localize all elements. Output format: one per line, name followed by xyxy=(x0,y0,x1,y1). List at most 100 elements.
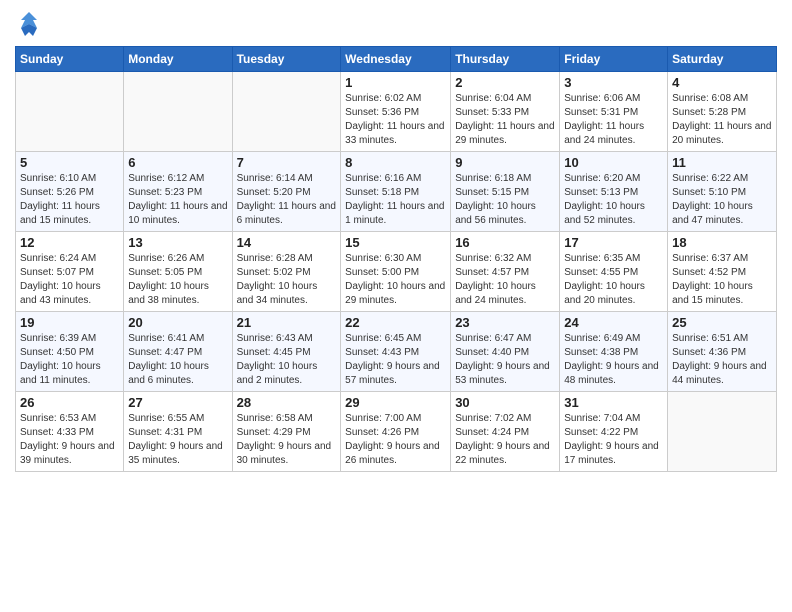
calendar-cell: 5 Sunrise: 6:10 AM Sunset: 5:26 PM Daylig… xyxy=(16,152,124,232)
day-number: 22 xyxy=(345,315,446,330)
day-info: Sunrise: 6:28 AM Sunset: 5:02 PM Dayligh… xyxy=(237,252,337,308)
logo xyxy=(15,10,47,38)
day-info: Sunrise: 6:45 AM Sunset: 4:43 PM Dayligh… xyxy=(345,332,446,388)
day-info: Sunrise: 6:49 AM Sunset: 4:38 PM Dayligh… xyxy=(564,332,663,388)
calendar-table: SundayMondayTuesdayWednesdayThursdayFrid… xyxy=(15,46,777,472)
calendar-cell: 19 Sunrise: 6:39 AM Sunset: 4:50 PM Dayli… xyxy=(16,312,124,392)
calendar-cell: 4 Sunrise: 6:08 AM Sunset: 5:28 PM Daylig… xyxy=(668,72,777,152)
weekday-header-tuesday: Tuesday xyxy=(232,47,341,72)
day-number: 5 xyxy=(20,155,119,170)
calendar-cell xyxy=(16,72,124,152)
day-info: Sunrise: 6:32 AM Sunset: 4:57 PM Dayligh… xyxy=(455,252,555,308)
calendar-cell: 20 Sunrise: 6:41 AM Sunset: 4:47 PM Dayli… xyxy=(124,312,232,392)
week-row-5: 26Sunrise: 6:53 AM Sunset: 4:33 PM Dayli… xyxy=(16,392,777,472)
day-number: 13 xyxy=(128,235,227,250)
day-number: 18 xyxy=(672,235,772,250)
day-info: Sunrise: 7:00 AM Sunset: 4:26 PM Dayligh… xyxy=(345,412,446,468)
day-info: Sunrise: 6:06 AM Sunset: 5:31 PM Dayligh… xyxy=(564,92,663,148)
day-number: 30 xyxy=(455,395,555,410)
day-number: 27 xyxy=(128,395,227,410)
calendar-cell: 24 Sunrise: 6:49 AM Sunset: 4:38 PM Dayli… xyxy=(560,312,668,392)
day-number: 29 xyxy=(345,395,446,410)
day-number: 15 xyxy=(345,235,446,250)
calendar-cell: 21Sunrise: 6:43 AM Sunset: 4:45 PM Dayli… xyxy=(232,312,341,392)
day-info: Sunrise: 6:08 AM Sunset: 5:28 PM Dayligh… xyxy=(672,92,772,148)
day-info: Sunrise: 6:24 AM Sunset: 5:07 PM Dayligh… xyxy=(20,252,119,308)
calendar-cell: 2 Sunrise: 6:04 AM Sunset: 5:33 PM Daylig… xyxy=(451,72,560,152)
logo-icon xyxy=(15,10,43,38)
day-number: 10 xyxy=(564,155,663,170)
calendar-cell: 28Sunrise: 6:58 AM Sunset: 4:29 PM Dayli… xyxy=(232,392,341,472)
day-number: 7 xyxy=(237,155,337,170)
day-number: 8 xyxy=(345,155,446,170)
calendar-cell: 29 Sunrise: 7:00 AM Sunset: 4:26 PM Dayli… xyxy=(341,392,451,472)
calendar-cell: 7 Sunrise: 6:14 AM Sunset: 5:20 PM Daylig… xyxy=(232,152,341,232)
calendar-cell: 27 Sunrise: 6:55 AM Sunset: 4:31 PM Dayli… xyxy=(124,392,232,472)
header xyxy=(15,10,777,38)
weekday-header-sunday: Sunday xyxy=(16,47,124,72)
calendar-cell: 10 Sunrise: 6:20 AM Sunset: 5:13 PM Dayli… xyxy=(560,152,668,232)
day-number: 1 xyxy=(345,75,446,90)
calendar-cell: 26Sunrise: 6:53 AM Sunset: 4:33 PM Dayli… xyxy=(16,392,124,472)
day-info: Sunrise: 6:18 AM Sunset: 5:15 PM Dayligh… xyxy=(455,172,555,228)
day-info: Sunrise: 6:53 AM Sunset: 4:33 PM Dayligh… xyxy=(20,412,119,468)
day-number: 3 xyxy=(564,75,663,90)
day-info: Sunrise: 6:02 AM Sunset: 5:36 PM Dayligh… xyxy=(345,92,446,148)
day-info: Sunrise: 6:16 AM Sunset: 5:18 PM Dayligh… xyxy=(345,172,446,228)
calendar-cell: 3 Sunrise: 6:06 AM Sunset: 5:31 PM Daylig… xyxy=(560,72,668,152)
calendar-cell: 22 Sunrise: 6:45 AM Sunset: 4:43 PM Dayli… xyxy=(341,312,451,392)
day-number: 28 xyxy=(237,395,337,410)
calendar-cell: 1 Sunrise: 6:02 AM Sunset: 5:36 PM Daylig… xyxy=(341,72,451,152)
weekday-header-thursday: Thursday xyxy=(451,47,560,72)
day-info: Sunrise: 7:04 AM Sunset: 4:22 PM Dayligh… xyxy=(564,412,663,468)
day-number: 25 xyxy=(672,315,772,330)
day-info: Sunrise: 6:26 AM Sunset: 5:05 PM Dayligh… xyxy=(128,252,227,308)
day-info: Sunrise: 6:47 AM Sunset: 4:40 PM Dayligh… xyxy=(455,332,555,388)
day-info: Sunrise: 7:02 AM Sunset: 4:24 PM Dayligh… xyxy=(455,412,555,468)
week-row-1: 1 Sunrise: 6:02 AM Sunset: 5:36 PM Daylig… xyxy=(16,72,777,152)
calendar-cell: 13 Sunrise: 6:26 AM Sunset: 5:05 PM Dayli… xyxy=(124,232,232,312)
calendar-cell: 9 Sunrise: 6:18 AM Sunset: 5:15 PM Daylig… xyxy=(451,152,560,232)
weekday-header-monday: Monday xyxy=(124,47,232,72)
calendar-cell: 11Sunrise: 6:22 AM Sunset: 5:10 PM Dayli… xyxy=(668,152,777,232)
calendar-cell: 16 Sunrise: 6:32 AM Sunset: 4:57 PM Dayli… xyxy=(451,232,560,312)
calendar-cell: 18 Sunrise: 6:37 AM Sunset: 4:52 PM Dayli… xyxy=(668,232,777,312)
day-info: Sunrise: 6:41 AM Sunset: 4:47 PM Dayligh… xyxy=(128,332,227,388)
day-number: 14 xyxy=(237,235,337,250)
day-info: Sunrise: 6:04 AM Sunset: 5:33 PM Dayligh… xyxy=(455,92,555,148)
calendar-cell: 25 Sunrise: 6:51 AM Sunset: 4:36 PM Dayli… xyxy=(668,312,777,392)
day-info: Sunrise: 6:43 AM Sunset: 4:45 PM Dayligh… xyxy=(237,332,337,388)
day-number: 20 xyxy=(128,315,227,330)
day-info: Sunrise: 6:39 AM Sunset: 4:50 PM Dayligh… xyxy=(20,332,119,388)
weekday-header-friday: Friday xyxy=(560,47,668,72)
week-row-4: 19 Sunrise: 6:39 AM Sunset: 4:50 PM Dayli… xyxy=(16,312,777,392)
day-info: Sunrise: 6:12 AM Sunset: 5:23 PM Dayligh… xyxy=(128,172,227,228)
day-number: 4 xyxy=(672,75,772,90)
day-number: 17 xyxy=(564,235,663,250)
weekday-header-saturday: Saturday xyxy=(668,47,777,72)
day-info: Sunrise: 6:20 AM Sunset: 5:13 PM Dayligh… xyxy=(564,172,663,228)
calendar-cell xyxy=(232,72,341,152)
calendar-cell: 30 Sunrise: 7:02 AM Sunset: 4:24 PM Dayli… xyxy=(451,392,560,472)
calendar-cell xyxy=(668,392,777,472)
day-info: Sunrise: 6:37 AM Sunset: 4:52 PM Dayligh… xyxy=(672,252,772,308)
day-number: 11 xyxy=(672,155,772,170)
day-info: Sunrise: 6:10 AM Sunset: 5:26 PM Dayligh… xyxy=(20,172,119,228)
calendar-cell xyxy=(124,72,232,152)
calendar-cell: 15 Sunrise: 6:30 AM Sunset: 5:00 PM Dayli… xyxy=(341,232,451,312)
day-number: 2 xyxy=(455,75,555,90)
calendar-cell: 12Sunrise: 6:24 AM Sunset: 5:07 PM Dayli… xyxy=(16,232,124,312)
day-info: Sunrise: 6:51 AM Sunset: 4:36 PM Dayligh… xyxy=(672,332,772,388)
weekday-header-wednesday: Wednesday xyxy=(341,47,451,72)
day-info: Sunrise: 6:14 AM Sunset: 5:20 PM Dayligh… xyxy=(237,172,337,228)
day-number: 24 xyxy=(564,315,663,330)
day-number: 6 xyxy=(128,155,227,170)
day-number: 16 xyxy=(455,235,555,250)
day-info: Sunrise: 6:30 AM Sunset: 5:00 PM Dayligh… xyxy=(345,252,446,308)
day-info: Sunrise: 6:55 AM Sunset: 4:31 PM Dayligh… xyxy=(128,412,227,468)
day-number: 9 xyxy=(455,155,555,170)
day-number: 23 xyxy=(455,315,555,330)
week-row-2: 5 Sunrise: 6:10 AM Sunset: 5:26 PM Daylig… xyxy=(16,152,777,232)
calendar-cell: 17Sunrise: 6:35 AM Sunset: 4:55 PM Dayli… xyxy=(560,232,668,312)
day-number: 19 xyxy=(20,315,119,330)
